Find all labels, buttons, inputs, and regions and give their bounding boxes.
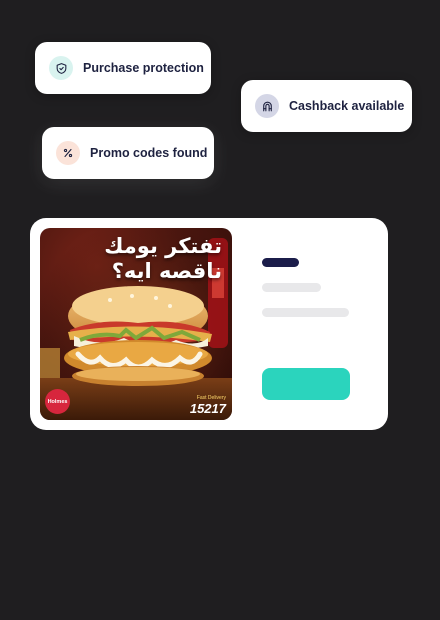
phone-number: 15217 xyxy=(189,401,226,416)
ad-headline: تفتكر يومك ناقصه ايه؟ xyxy=(104,234,222,284)
cashback-chip: Cashback available xyxy=(241,80,412,132)
brand-logo: Holmes xyxy=(45,389,70,414)
ad-headline-line-2: ناقصه ايه؟ xyxy=(111,259,222,283)
shield-icon xyxy=(49,56,73,80)
ad-phone: Fast Delivery 15217 xyxy=(190,395,226,416)
promo-codes-chip: Promo codes found xyxy=(42,127,214,179)
stage: Purchase protection Cashback available P… xyxy=(0,0,440,620)
product-card: تفتكر يومك ناقصه ايه؟ Holmes Fast Delive… xyxy=(30,218,388,430)
ad-image[interactable]: تفتكر يومك ناقصه ايه؟ Holmes Fast Delive… xyxy=(40,228,232,420)
percent-icon xyxy=(56,141,80,165)
ad-headline-line-1: تفتكر يومك xyxy=(104,234,222,258)
purchase-protection-chip: Purchase protection xyxy=(35,42,211,94)
purchase-protection-label: Purchase protection xyxy=(83,61,204,75)
promo-codes-label: Promo codes found xyxy=(90,146,208,160)
product-title-placeholder xyxy=(262,258,299,267)
product-detail-placeholder xyxy=(262,308,349,317)
cashback-label: Cashback available xyxy=(289,99,405,113)
cta-button[interactable] xyxy=(262,368,350,400)
magnet-icon xyxy=(255,94,279,118)
product-detail-placeholder xyxy=(262,283,321,292)
